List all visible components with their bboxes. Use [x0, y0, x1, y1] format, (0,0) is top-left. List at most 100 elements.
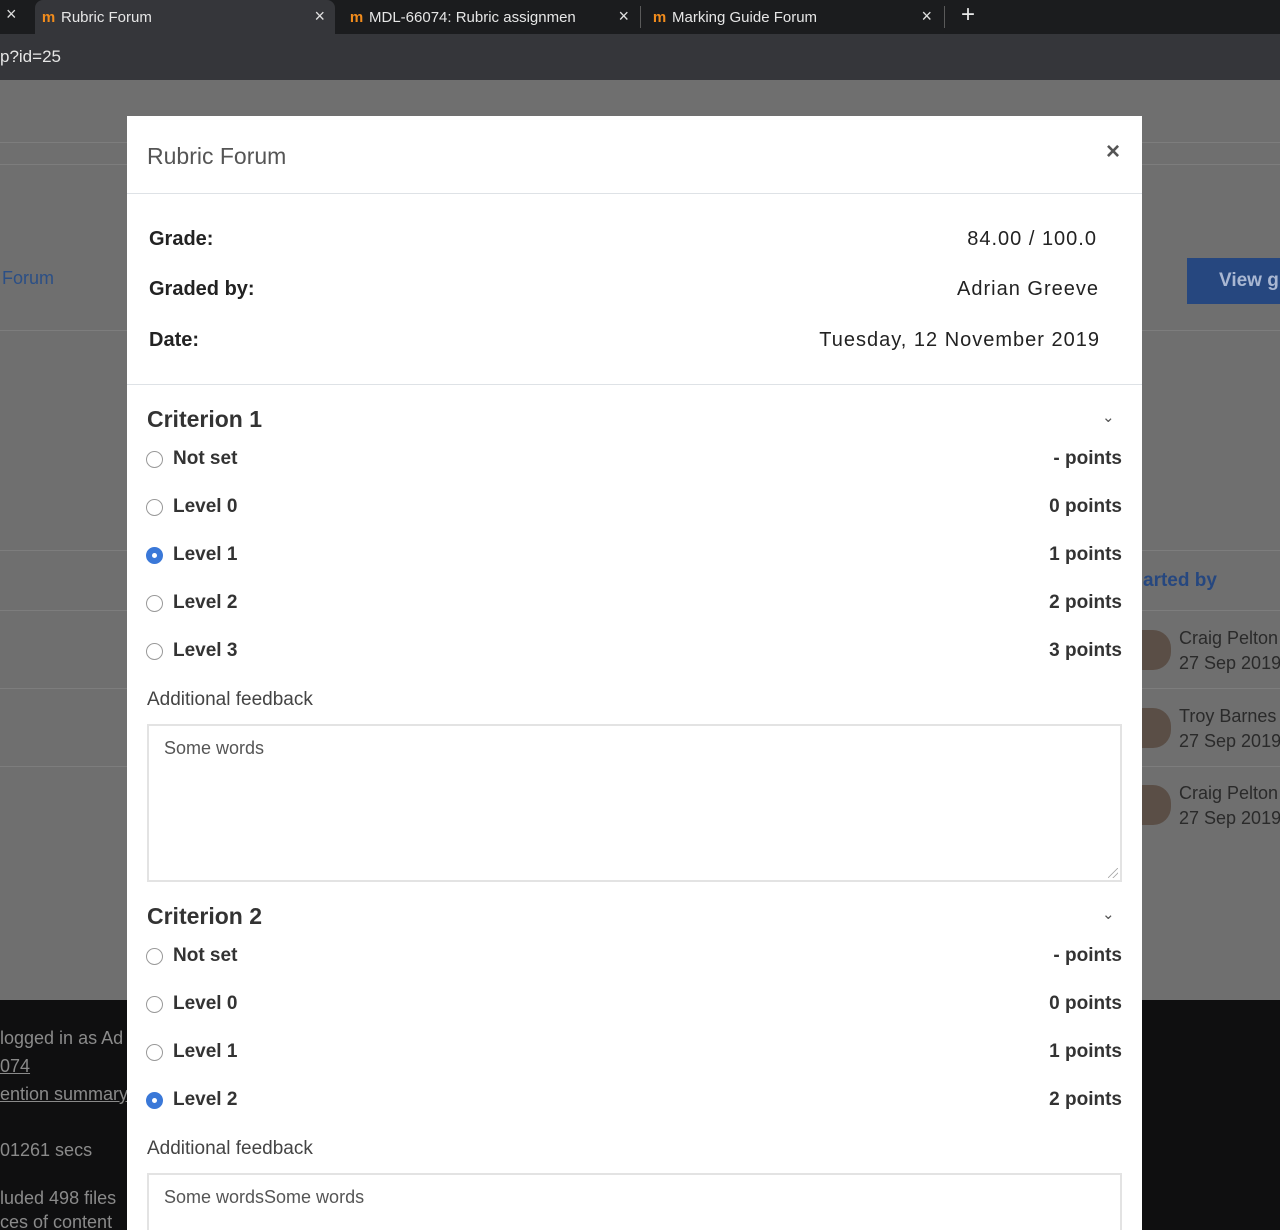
- logged-in-text: logged in as Ad: [0, 1028, 124, 1048]
- url-text[interactable]: p?id=25: [0, 47, 61, 67]
- tab-rubric-forum[interactable]: m Rubric Forum ×: [35, 0, 335, 34]
- additional-feedback-textarea[interactable]: Some words: [147, 724, 1122, 882]
- level-label: Not set: [173, 945, 238, 966]
- tab-separator: [640, 6, 641, 28]
- included-files: luded 498 files: [0, 1188, 117, 1208]
- criterion-2-title: Criterion 2: [147, 903, 263, 929]
- radio-button[interactable]: [146, 451, 163, 468]
- radio-button-selected[interactable]: [146, 1092, 163, 1109]
- feedback-text: Some words: [164, 738, 265, 758]
- radio-button[interactable]: [146, 499, 163, 516]
- divider: [127, 384, 1142, 385]
- avatar: [1137, 708, 1171, 748]
- tab-mdl-66074[interactable]: m MDL-66074: Rubric assignmen ×: [343, 0, 639, 34]
- tab-separator: [944, 6, 945, 28]
- close-tab-icon[interactable]: ×: [618, 6, 629, 27]
- modal-header: Rubric Forum ×: [127, 116, 1142, 194]
- discussion-author: Craig Pelton 27 Sep 2019: [1137, 783, 1280, 843]
- level-points: - points: [1053, 945, 1122, 966]
- date-label: Date:: [149, 329, 200, 351]
- grade-label: Grade:: [149, 228, 214, 250]
- criterion-1-level-not-set[interactable]: Not set - points: [146, 448, 1122, 472]
- new-tab-icon[interactable]: +: [961, 1, 975, 29]
- close-tab-icon[interactable]: ×: [314, 6, 325, 27]
- discussion-author: Craig Pelton 27 Sep 2019: [1137, 628, 1280, 688]
- feedback-text: Some wordsSome words: [164, 1187, 365, 1207]
- criterion-1-title: Criterion 1: [147, 406, 263, 432]
- level-label: Not set: [173, 448, 238, 469]
- criterion-1-level-3[interactable]: Level 3 3 points: [146, 640, 1122, 664]
- level-points: 0 points: [1049, 993, 1122, 1014]
- close-icon[interactable]: ×: [6, 4, 17, 25]
- moodle-logo-icon: m: [652, 8, 666, 26]
- close-icon[interactable]: ×: [1106, 138, 1120, 166]
- started-by-header[interactable]: arted by: [1143, 570, 1217, 592]
- level-points: 2 points: [1049, 1089, 1122, 1110]
- tab-title: MDL-66074: Rubric assignmen: [369, 8, 576, 26]
- level-points: 2 points: [1049, 592, 1122, 613]
- post-date: 27 Sep 2019: [1179, 808, 1280, 828]
- chevron-down-icon[interactable]: ⌄: [1102, 408, 1115, 426]
- level-label: Level 3: [173, 640, 238, 661]
- modal-title: Rubric Forum: [147, 143, 287, 169]
- additional-feedback-label: Additional feedback: [147, 1138, 313, 1159]
- grade-value: 84.00 / 100.0: [967, 228, 1097, 250]
- level-points: - points: [1053, 448, 1122, 469]
- radio-button-selected[interactable]: [146, 547, 163, 564]
- level-label: Level 0: [173, 993, 238, 1014]
- level-label: Level 0: [173, 496, 238, 517]
- radio-button[interactable]: [146, 996, 163, 1013]
- radio-button[interactable]: [146, 1044, 163, 1061]
- radio-button[interactable]: [146, 595, 163, 612]
- resize-handle-icon[interactable]: [1108, 868, 1118, 878]
- chevron-down-icon[interactable]: ⌄: [1102, 905, 1115, 923]
- level-points: 1 points: [1049, 1041, 1122, 1062]
- graded-by-label: Graded by:: [149, 278, 255, 300]
- author-name[interactable]: Troy Barnes: [1179, 706, 1276, 727]
- level-label: Level 1: [173, 1041, 238, 1062]
- criterion-2-level-0[interactable]: Level 0 0 points: [146, 993, 1122, 1017]
- avatar: [1137, 785, 1171, 825]
- discussion-author: Troy Barnes 27 Sep 2019: [1137, 706, 1280, 766]
- view-grades-button[interactable]: View g: [1187, 258, 1280, 304]
- author-name[interactable]: Craig Pelton: [1179, 628, 1278, 649]
- grade-row: Grade: 84.00 / 100.0: [149, 228, 1111, 251]
- additional-feedback-textarea[interactable]: Some wordsSome words: [147, 1173, 1122, 1230]
- level-label: Level 1: [173, 544, 238, 565]
- radio-button[interactable]: [146, 643, 163, 660]
- browser-tab-bar: × m Rubric Forum × m MDL-66074: Rubric a…: [0, 0, 1280, 34]
- level-points: 1 points: [1049, 544, 1122, 565]
- level-points: 0 points: [1049, 496, 1122, 517]
- criterion-2-level-2[interactable]: Level 2 2 points: [146, 1089, 1122, 1113]
- content-text: ces of content: [0, 1212, 113, 1230]
- grade-modal: Rubric Forum × Grade: 84.00 / 100.0 Grad…: [127, 116, 1142, 1230]
- performance-time: 01261 secs: [0, 1140, 93, 1160]
- date-value: Tuesday, 12 November 2019: [819, 329, 1100, 351]
- additional-feedback-label: Additional feedback: [147, 689, 313, 710]
- criterion-1-level-2[interactable]: Level 2 2 points: [146, 592, 1122, 616]
- close-tab-icon[interactable]: ×: [921, 6, 932, 27]
- criterion-1-level-1[interactable]: Level 1 1 points: [146, 544, 1122, 568]
- tab-title: Marking Guide Forum: [672, 8, 818, 26]
- criterion-1-level-0[interactable]: Level 0 0 points: [146, 496, 1122, 520]
- forum-link[interactable]: Forum: [2, 268, 54, 289]
- avatar: [1137, 630, 1171, 670]
- criterion-2-level-1[interactable]: Level 1 1 points: [146, 1041, 1122, 1065]
- criterion-2-level-not-set[interactable]: Not set - points: [146, 945, 1122, 969]
- moodle-logo-icon: m: [349, 8, 363, 26]
- moodle-logo-icon: m: [41, 8, 55, 26]
- level-label: Level 2: [173, 1089, 238, 1110]
- level-points: 3 points: [1049, 640, 1122, 661]
- date-row: Date: Tuesday, 12 November 2019: [149, 329, 1111, 352]
- post-date: 27 Sep 2019: [1179, 731, 1280, 751]
- data-retention-link[interactable]: ention summary: [0, 1084, 128, 1105]
- graded-by-value: Adrian Greeve: [957, 278, 1099, 300]
- graded-by-row: Graded by: Adrian Greeve: [149, 278, 1111, 301]
- author-name[interactable]: Craig Pelton: [1179, 783, 1278, 804]
- radio-button[interactable]: [146, 948, 163, 965]
- course-link[interactable]: 074: [0, 1056, 30, 1077]
- tab-marking-guide-forum[interactable]: m Marking Guide Forum ×: [646, 0, 942, 34]
- post-date: 27 Sep 2019: [1179, 653, 1280, 673]
- address-bar[interactable]: p?id=25: [0, 34, 1280, 80]
- level-label: Level 2: [173, 592, 238, 613]
